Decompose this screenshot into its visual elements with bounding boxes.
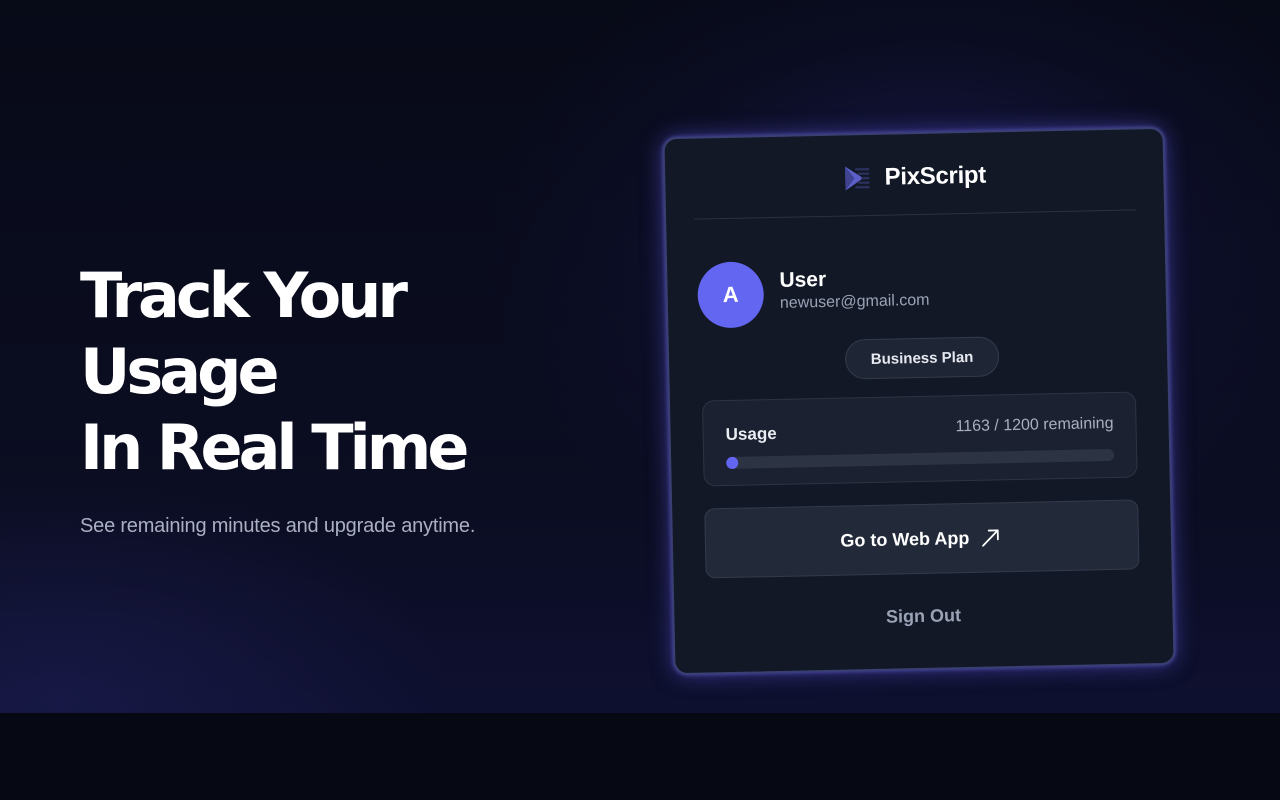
headline-line-3: In Real Time	[80, 411, 469, 484]
brand-header: PixScript	[665, 157, 1164, 197]
subheadline: See remaining minutes and upgrade anytim…	[80, 515, 476, 537]
go-to-web-app-button[interactable]: Go to Web App	[704, 499, 1140, 579]
header-divider	[694, 209, 1137, 220]
usage-panel: Usage 1163 / 1200 remaining	[701, 391, 1138, 487]
usage-progress-track	[726, 448, 1115, 470]
sign-out-button[interactable]: Sign Out	[674, 601, 1172, 632]
avatar: A	[697, 261, 765, 329]
avatar-initial: A	[722, 281, 739, 308]
headline: Track Your Usage In Real Time	[80, 258, 600, 486]
bottom-strip	[0, 713, 1280, 800]
headline-line-2: Usage	[80, 335, 280, 408]
hero-section: Track Your Usage In Real Time See remain…	[0, 0, 1280, 713]
usage-count: 1163 / 1200 remaining	[955, 414, 1114, 436]
usage-progress-fill	[726, 456, 739, 470]
go-to-web-app-label: Go to Web App	[840, 527, 970, 551]
user-email: newuser@gmail.com	[779, 291, 930, 312]
account-popup-card: PixScript A User newuser@gmail.com Busin…	[662, 126, 1176, 676]
plan-badge: Business Plan	[844, 336, 1000, 380]
external-arrow-icon	[982, 529, 1000, 547]
headline-line-1: Track Your	[80, 259, 408, 332]
user-name: User	[779, 267, 827, 292]
pixscript-logo-icon	[845, 166, 870, 191]
usage-label: Usage	[725, 423, 777, 445]
brand-name: PixScript	[884, 161, 987, 191]
